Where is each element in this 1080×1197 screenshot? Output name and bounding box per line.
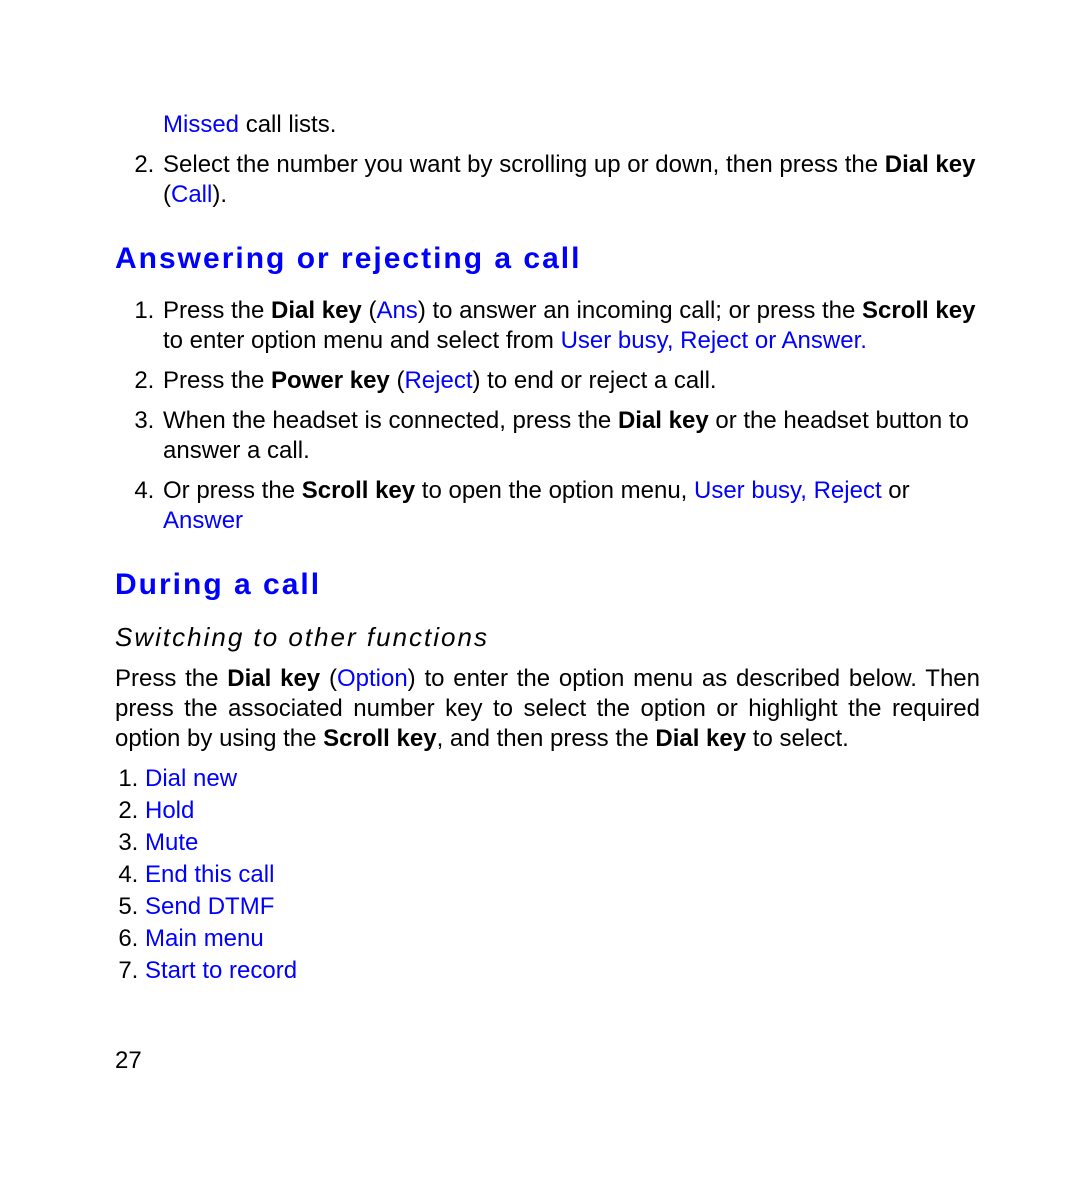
text: (: [362, 297, 377, 324]
option-label: End this call: [145, 861, 274, 888]
list-item: Or press the Scroll key to open the opti…: [161, 476, 980, 536]
list-item: When the headset is connected, press the…: [161, 406, 980, 466]
text-scroll-key: Scroll key: [862, 297, 975, 324]
intro-line-missed: Missed call lists.: [161, 110, 980, 140]
text-reject: Reject: [404, 367, 472, 394]
list-item: Dial new: [145, 764, 980, 794]
text-options: User busy, Reject or Answer.: [561, 327, 867, 354]
text-option: Option: [337, 665, 408, 692]
switching-paragraph: Press the Dial key (Option) to enter the…: [115, 664, 980, 754]
text: ) to answer an incoming call; or press t…: [418, 297, 862, 324]
text: , and then press the: [437, 725, 656, 752]
text-dial-key: Dial key: [271, 297, 362, 324]
text-dial-key: Dial key: [655, 725, 746, 752]
text: Select the number you want by scrolling …: [163, 151, 885, 178]
text: Press the: [163, 367, 271, 394]
option-label: Dial new: [145, 765, 237, 792]
text: (: [163, 181, 171, 208]
text: call lists.: [239, 111, 336, 138]
option-label: Hold: [145, 797, 194, 824]
options-list: Dial new Hold Mute End this call Send DT…: [115, 764, 980, 986]
list-item: Main menu: [145, 924, 980, 954]
option-label: Start to record: [145, 957, 297, 984]
text: ) to end or reject a call.: [472, 367, 716, 394]
intro-list: Missed call lists. Select the number you…: [115, 110, 980, 210]
text-scroll-key: Scroll key: [323, 725, 436, 752]
text-missed: Missed: [163, 111, 239, 138]
text-dial-key: Dial key: [618, 407, 709, 434]
text-power-key: Power key: [271, 367, 390, 394]
text-dial-key: Dial key: [227, 665, 320, 692]
option-label: Send DTMF: [145, 893, 274, 920]
text: Press the: [115, 665, 227, 692]
option-label: Main menu: [145, 925, 264, 952]
list-item: Mute: [145, 828, 980, 858]
list-item: Press the Dial key (Ans) to answer an in…: [161, 296, 980, 356]
text: to open the option menu,: [415, 477, 694, 504]
heading-during-call: During a call: [115, 566, 980, 604]
document-page: Missed call lists. Select the number you…: [0, 0, 1080, 1116]
heading-answering-rejecting: Answering or rejecting a call: [115, 240, 980, 278]
list-item: Press the Power key (Reject) to end or r…: [161, 366, 980, 396]
text-call: Call: [171, 181, 212, 208]
list-item: Hold: [145, 796, 980, 826]
text-ans: Ans: [376, 297, 417, 324]
text: ).: [212, 181, 227, 208]
text: or: [882, 477, 910, 504]
option-label: Mute: [145, 829, 198, 856]
text: Or press the: [163, 477, 302, 504]
list-item: Start to record: [145, 956, 980, 986]
text-scroll-key: Scroll key: [302, 477, 415, 504]
list-item: End this call: [145, 860, 980, 890]
intro-item-2: Select the number you want by scrolling …: [161, 150, 980, 210]
list-item: Send DTMF: [145, 892, 980, 922]
text: to select.: [746, 725, 849, 752]
text: When the headset is connected, press the: [163, 407, 618, 434]
text-dial-key: Dial key: [885, 151, 976, 178]
answer-reject-list: Press the Dial key (Ans) to answer an in…: [115, 296, 980, 536]
text-options: User busy, Reject: [694, 477, 882, 504]
subheading-switching: Switching to other functions: [115, 621, 980, 654]
text: Press the: [163, 297, 271, 324]
text: to enter option menu and select from: [163, 327, 561, 354]
text-answer: Answer: [163, 507, 243, 534]
page-number: 27: [115, 1046, 980, 1076]
text: (: [320, 665, 337, 692]
text: (: [390, 367, 405, 394]
